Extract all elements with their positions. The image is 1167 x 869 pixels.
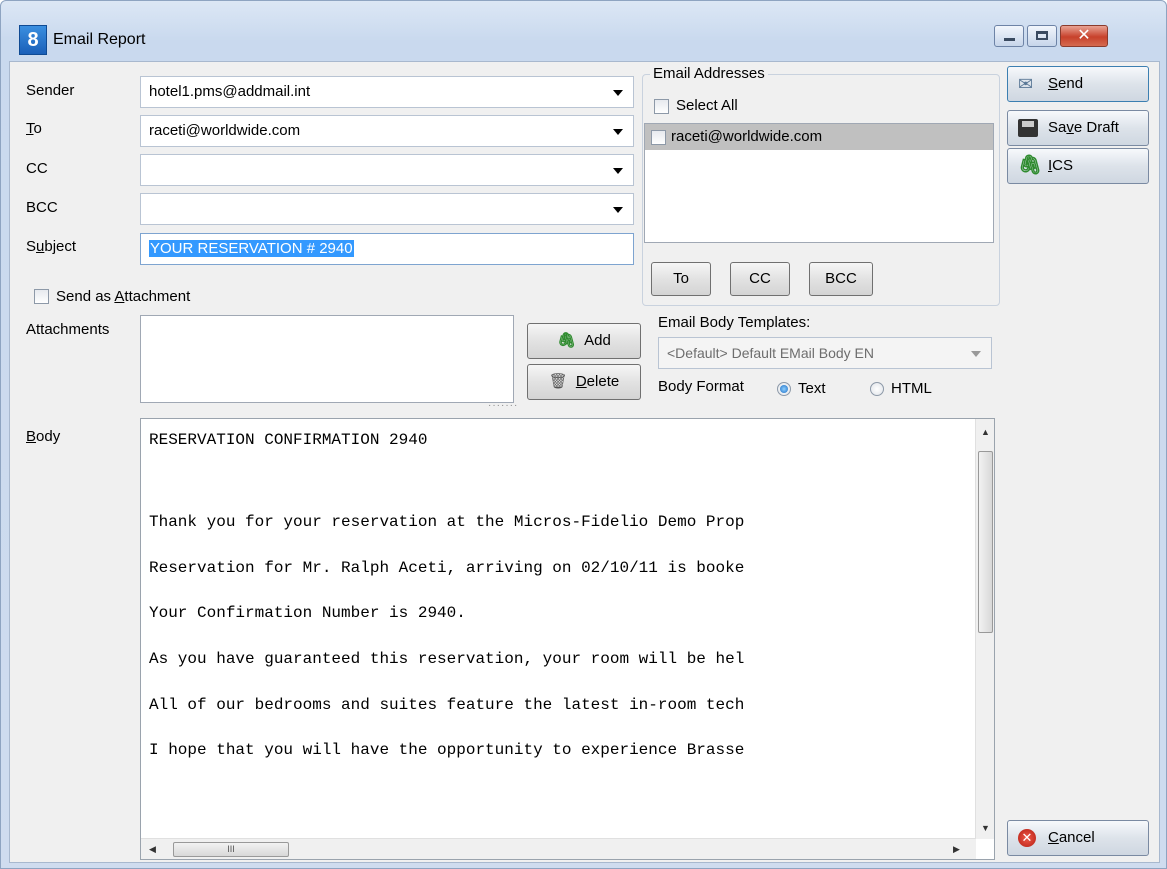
chevron-down-icon	[613, 168, 623, 174]
send-button-label: Send	[1048, 75, 1084, 92]
vertical-scroll-thumb[interactable]	[978, 451, 993, 633]
send-button[interactable]: ✉ Send	[1007, 66, 1149, 102]
scroll-left-icon[interactable]: ◀	[149, 844, 156, 855]
attachments-label: Attachments	[26, 321, 110, 338]
email-item-label: raceti@worldwide.com	[671, 128, 823, 145]
add-bcc-button[interactable]: BCC	[809, 262, 873, 296]
format-text-radio[interactable]	[777, 382, 791, 396]
sender-label: Sender	[26, 82, 75, 99]
horizontal-scroll-thumb[interactable]: III	[173, 842, 289, 857]
email-address-item[interactable]: raceti@worldwide.com	[645, 124, 993, 150]
paperclip-icon: 🖇	[1018, 155, 1043, 176]
cancel-icon: ✕	[1018, 829, 1036, 847]
delete-button-label: Delete	[575, 373, 620, 390]
paperclip-icon: 🖇	[557, 332, 577, 349]
subject-label: Subject	[26, 238, 77, 255]
body-line: All of our bedrooms and suites feature t…	[149, 696, 745, 714]
add-to-button[interactable]: To	[651, 262, 711, 296]
minimize-icon	[1004, 38, 1015, 41]
app-icon: 8	[19, 25, 47, 55]
subject-input[interactable]: YOUR RESERVATION # 2940	[140, 233, 634, 265]
body-line: Reservation for Mr. Ralph Aceti, arrivin…	[149, 559, 745, 577]
minimize-button[interactable]	[994, 25, 1024, 47]
cc-label: CC	[26, 160, 48, 177]
chevron-down-icon	[971, 351, 981, 357]
body-vertical-scrollbar[interactable]: ▲ ▼	[975, 419, 994, 839]
subject-value: YOUR RESERVATION # 2940	[149, 240, 354, 257]
templates-label: Email Body Templates:	[658, 314, 811, 331]
trash-icon: 🗑	[548, 373, 568, 390]
send-as-attachment-checkbox[interactable]	[34, 289, 49, 304]
window-title: Email Report	[53, 31, 146, 48]
email-item-checkbox[interactable]	[651, 130, 666, 145]
bcc-label: BCC	[26, 199, 58, 216]
template-value: <Default> Default EMail Body EN	[667, 345, 874, 361]
body-line: I hope that you will have the opportunit…	[149, 741, 745, 759]
save-draft-label: Save Draft	[1048, 119, 1119, 136]
scroll-up-icon[interactable]: ▲	[981, 427, 990, 437]
title-bar: 8 Email Report ✕	[1, 1, 1166, 61]
template-select[interactable]: <Default> Default EMail Body EN	[658, 337, 992, 369]
delete-attachment-button[interactable]: 🗑 Delete	[527, 364, 641, 400]
attachments-list[interactable]	[140, 315, 514, 403]
select-all-checkbox[interactable]	[654, 99, 669, 114]
body-textarea[interactable]: RESERVATION CONFIRMATION 2940 Thank you …	[140, 418, 995, 860]
body-format-label: Body Format	[658, 378, 744, 395]
bcc-select[interactable]	[140, 193, 634, 225]
send-icon: ✉	[1018, 74, 1034, 94]
chevron-down-icon	[613, 207, 623, 213]
to-value: raceti@worldwide.com	[149, 122, 301, 139]
to-label: To	[26, 120, 42, 137]
select-all-label: Select All	[676, 97, 738, 114]
to-select[interactable]: raceti@worldwide.com	[140, 115, 634, 147]
maximize-icon	[1036, 31, 1048, 40]
scroll-down-icon[interactable]: ▼	[981, 823, 990, 833]
cancel-button-label: Cancel	[1048, 829, 1095, 846]
ics-button[interactable]: 🖇 ICS	[1007, 148, 1149, 184]
add-attachment-button[interactable]: 🖇 Add	[527, 323, 641, 359]
close-icon: ✕	[1077, 27, 1091, 44]
format-text-label: Text	[798, 380, 826, 397]
email-address-list[interactable]: raceti@worldwide.com	[644, 123, 994, 243]
sender-select[interactable]: hotel1.pms@addmail.int	[140, 76, 634, 108]
dialog-client-area: Sender hotel1.pms@addmail.int To raceti@…	[9, 61, 1160, 863]
email-addresses-title: Email Addresses	[650, 65, 768, 82]
add-button-label: Add	[584, 332, 611, 349]
body-horizontal-scrollbar[interactable]: ◀ III ▶	[141, 838, 976, 859]
save-draft-button[interactable]: Save Draft	[1007, 110, 1149, 146]
body-line: As you have guaranteed this reservation,…	[149, 650, 745, 668]
send-as-attachment-label: Send as Attachment	[56, 288, 191, 305]
ics-button-label: ICS	[1048, 157, 1074, 174]
body-line: RESERVATION CONFIRMATION 2940	[149, 431, 428, 449]
scroll-right-icon[interactable]: ▶	[953, 844, 960, 855]
cancel-button[interactable]: ✕ Cancel	[1007, 820, 1149, 856]
chevron-down-icon	[613, 90, 623, 96]
sender-value: hotel1.pms@addmail.int	[149, 83, 311, 100]
chevron-down-icon	[613, 129, 623, 135]
format-html-label: HTML	[891, 380, 932, 397]
email-report-window: 8 Email Report ✕ Sender hotel1.pms@addma…	[0, 0, 1167, 869]
maximize-button[interactable]	[1027, 25, 1057, 47]
body-label: Body	[26, 428, 61, 445]
body-line: Thank you for your reservation at the Mi…	[149, 513, 745, 531]
format-html-radio[interactable]	[870, 382, 884, 396]
save-icon	[1018, 119, 1038, 137]
cc-select[interactable]	[140, 154, 634, 186]
close-button[interactable]: ✕	[1060, 25, 1108, 47]
add-cc-button[interactable]: CC	[730, 262, 790, 296]
splitter-grip[interactable]: ·······	[488, 400, 518, 411]
body-line: Your Confirmation Number is 2940.	[149, 604, 466, 622]
